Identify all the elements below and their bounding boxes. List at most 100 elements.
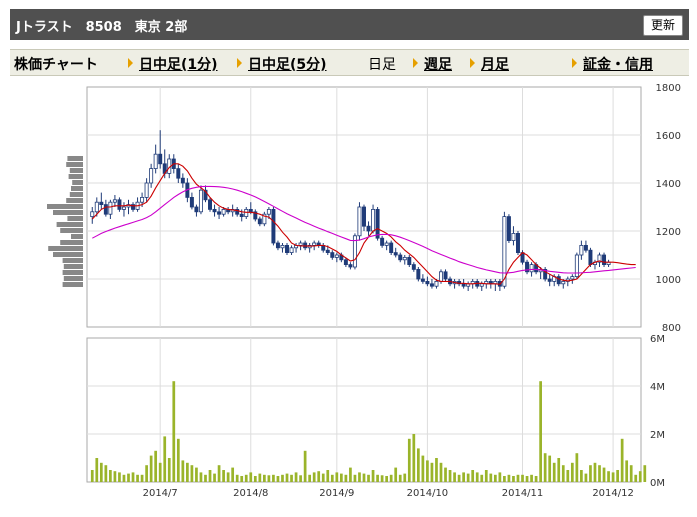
volume-bar xyxy=(625,460,629,482)
volume-by-price-bar xyxy=(63,276,83,281)
volume-bar xyxy=(99,462,103,482)
volume-bar xyxy=(131,472,135,482)
volume-bar xyxy=(430,462,434,482)
date-axis-labels: 2014/7 2014/8 2014/9 2014/10 2014/11 2014/12 xyxy=(143,488,634,499)
volume-bar xyxy=(154,450,158,482)
candle-body xyxy=(429,283,434,287)
candle-body xyxy=(461,283,466,287)
volume-bar xyxy=(195,467,198,482)
volume-bar xyxy=(512,476,515,482)
volume-by-price-bar xyxy=(69,168,83,173)
date-tick-label: 2014/9 xyxy=(319,488,354,499)
volume-bar xyxy=(371,470,375,482)
volume-bar xyxy=(498,472,502,482)
volume-bar xyxy=(109,470,112,482)
volume-bar xyxy=(167,458,171,482)
date-tick-label: 2014/10 xyxy=(407,488,449,499)
candle-body xyxy=(583,244,588,251)
volume-bar xyxy=(222,470,225,482)
volume-bar xyxy=(548,455,552,482)
candle-body xyxy=(108,201,113,215)
candle-body xyxy=(325,249,330,253)
price-tick-label: 1000 xyxy=(656,275,681,286)
volume-by-price-bar xyxy=(67,156,83,161)
volume-by-price-bar xyxy=(60,228,83,233)
candle-body xyxy=(420,278,425,282)
volume-by-price-bar xyxy=(62,270,83,275)
candle-body xyxy=(561,280,566,285)
volume-bar xyxy=(367,474,370,482)
candle-body xyxy=(443,271,448,280)
volume-bar xyxy=(122,474,126,482)
volume-bar xyxy=(643,465,647,482)
volume-bar xyxy=(204,474,207,482)
volume-bar xyxy=(172,381,176,482)
candle-body xyxy=(257,218,262,225)
volume-bar xyxy=(285,473,289,482)
volume-bar xyxy=(90,470,94,482)
candle-body xyxy=(389,242,394,253)
volume-bar xyxy=(521,474,524,482)
volume-bar xyxy=(136,474,139,482)
volume-bar xyxy=(444,467,447,482)
volume-bar xyxy=(299,475,302,482)
candle-body xyxy=(153,153,158,169)
volume-by-price-bar xyxy=(56,222,83,227)
volume-bar xyxy=(580,470,583,482)
volume-bar xyxy=(598,465,601,482)
candle-body xyxy=(298,242,303,246)
price-tick-label: 1600 xyxy=(656,131,681,142)
volume-bar xyxy=(380,475,384,482)
candle-body xyxy=(556,276,561,285)
volume-bar xyxy=(263,474,266,482)
candle-body xyxy=(248,208,253,213)
candle-body xyxy=(343,259,348,265)
date-tick-label: 2014/12 xyxy=(592,488,634,499)
volume-bar xyxy=(258,473,262,482)
volume-bar xyxy=(317,471,321,482)
candle-body xyxy=(393,252,398,256)
volume-bar xyxy=(489,473,493,482)
volume-bar xyxy=(303,450,307,482)
candle-body xyxy=(402,256,407,261)
candle-body xyxy=(434,280,439,287)
volume-bar xyxy=(149,455,153,482)
volume-bar xyxy=(480,474,484,482)
volume-bar xyxy=(607,471,610,482)
volume-bar xyxy=(616,470,619,482)
candle-body xyxy=(579,244,584,256)
volume-bar xyxy=(398,474,402,482)
candle-body xyxy=(271,208,276,244)
candle-body xyxy=(121,206,126,210)
volume-bar xyxy=(127,473,130,482)
volume-bar xyxy=(339,473,343,482)
volume-bar xyxy=(226,472,230,482)
stock-chart: 18001600140012001000800 6M4M2M0M 2014/7 2… xyxy=(47,83,681,499)
volume-bar xyxy=(249,472,253,482)
volume-bar xyxy=(570,462,574,482)
volume-bar xyxy=(539,381,542,482)
volume-bar xyxy=(457,474,461,482)
candle-body xyxy=(189,196,194,208)
volume-bar xyxy=(335,472,339,482)
volume-bar xyxy=(113,471,117,482)
volume-bar xyxy=(448,470,452,482)
volume-bar xyxy=(629,465,633,482)
volume-bar xyxy=(140,474,144,482)
candle-body xyxy=(411,264,416,270)
candle-body xyxy=(380,237,385,246)
candle-body xyxy=(371,208,376,232)
candle-body xyxy=(140,196,145,203)
volume-bar xyxy=(634,474,638,482)
volume-bar xyxy=(104,465,108,482)
volume-bar xyxy=(385,476,389,482)
volume-bar xyxy=(589,465,592,482)
volume-bar xyxy=(453,472,456,482)
candle-body xyxy=(416,268,421,280)
candle-body xyxy=(602,254,607,266)
price-axis-labels: 1800 1600 1400 1200 1000 800 xyxy=(656,83,681,334)
volume-bar xyxy=(244,474,248,482)
candle-body xyxy=(515,232,520,253)
volume-bar xyxy=(439,462,443,482)
candle-body xyxy=(112,199,117,203)
